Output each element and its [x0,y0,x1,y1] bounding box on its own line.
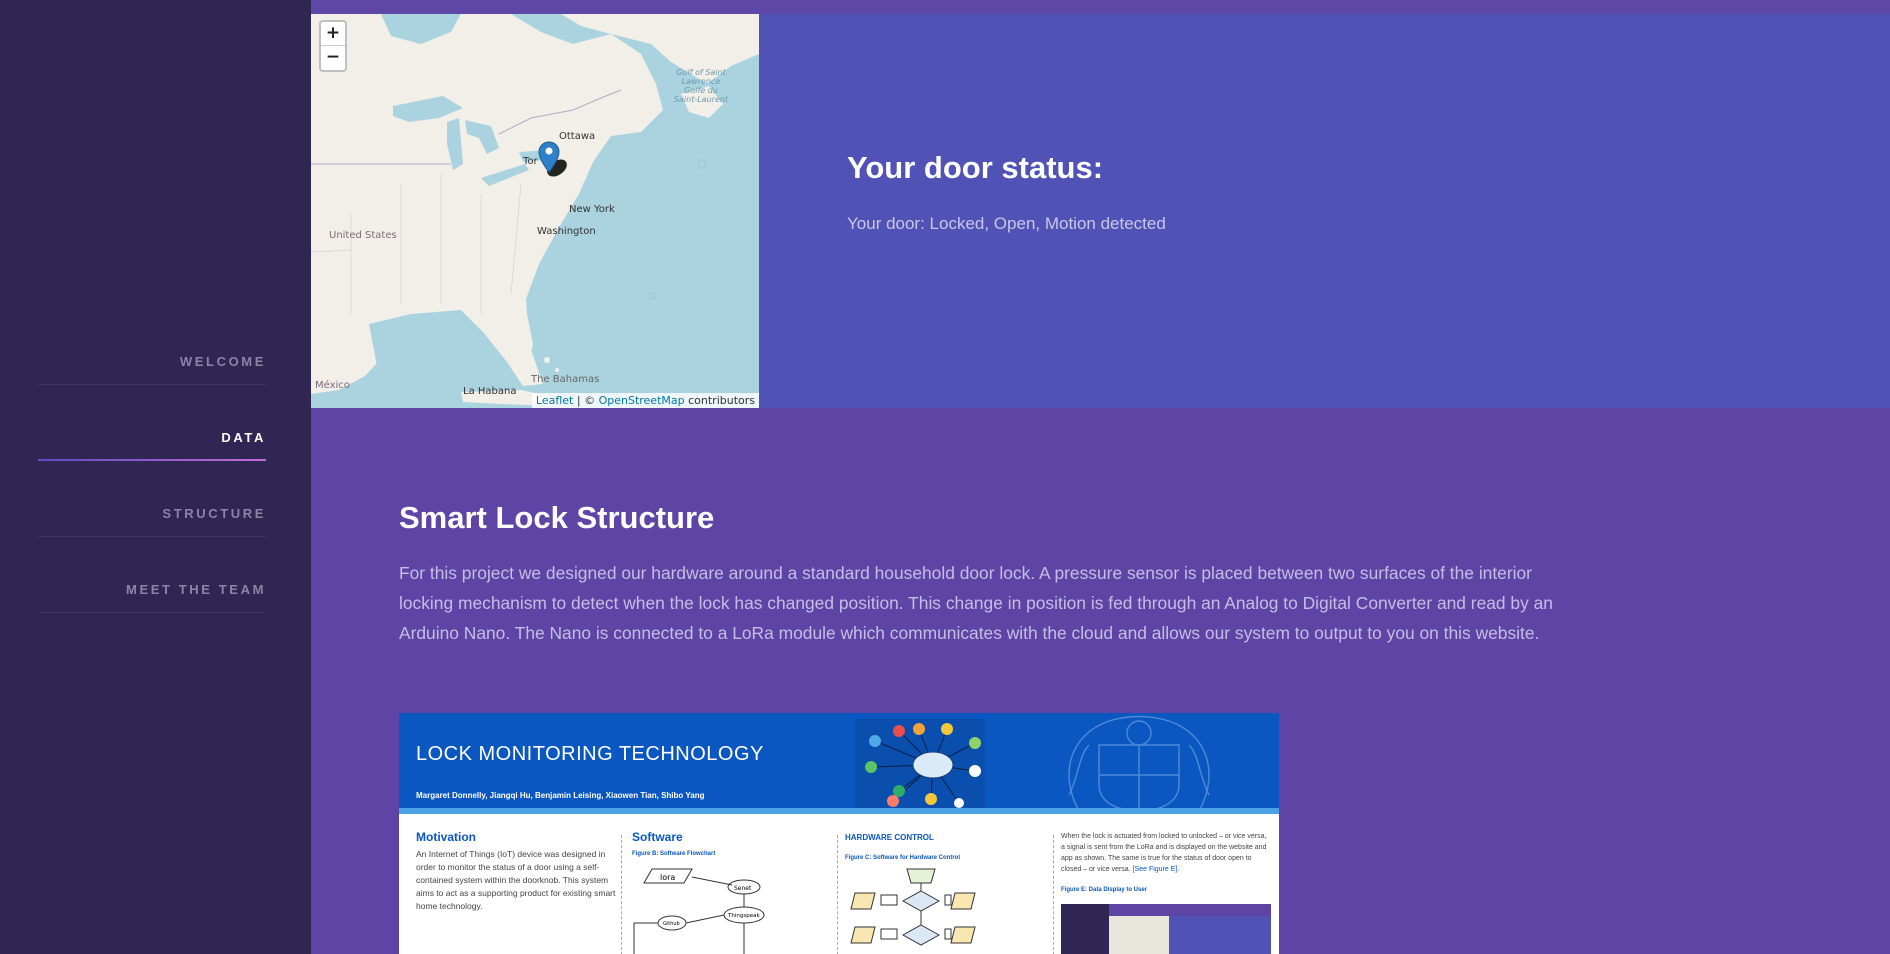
top-band [311,0,1890,14]
poster-display-fig-label: Figure E: Data Display to User [1061,887,1148,893]
poster-divider [621,835,623,954]
door-status-panel: Your door status: Your door: Locked, Ope… [759,14,1890,408]
poster-divider [837,835,839,954]
door-status-title: Your door status: [847,150,1104,185]
flow-github: Github [663,921,680,927]
map-label-washington: Washington [537,226,596,237]
structure-title: Smart Lock Structure [399,500,715,535]
nav-item-welcome[interactable]: WELCOME [38,353,266,385]
map[interactable]: + − Ottawa Tor New York Washington Unite… [311,14,759,408]
attribution-separator: | © [573,394,599,407]
poster-screenshot-map [1109,916,1169,954]
flow-lora: lora [660,873,675,882]
map-label-bahamas: The Bahamas [531,374,600,385]
software-flowchart: lora Senet Thingspeak Github [633,868,765,954]
poster-image: LOCK MONITORING TECHNOLOGY Margaret Donn… [399,713,1279,954]
map-label-new-york: New York [569,204,615,215]
university-crest-icon [1068,715,1210,811]
poster-software-heading: Software [632,830,683,844]
poster-col-software: Software Figure B: Software Flowchart lo… [632,831,832,954]
poster-col-status: When the lock is actuated from locked to… [1061,831,1271,954]
map-label-toronto: Tor [523,156,538,167]
poster-website-screenshot [1061,904,1271,954]
nav-item-structure[interactable]: STRUCTURE [38,505,266,537]
poster-motivation-text: An Internet of Things (IoT) device was d… [416,849,616,911]
poster-divider [1053,835,1055,954]
map-label-mexico: México [315,380,350,391]
map-marker-icon[interactable] [537,140,577,180]
poster-header: LOCK MONITORING TECHNOLOGY Margaret Donn… [399,713,1279,814]
flow-senet: Senet [734,885,752,892]
poster-col-motivation: Motivation An Internet of Things (IoT) d… [416,831,616,913]
iot-cloud-icon [855,719,985,811]
map-label-gulf: Gulf of Saint Lawrence Golfe du Saint-La… [673,68,729,104]
map-label-la-habana: La Habana [463,386,517,397]
flow-thingspeak: Thingspeak [727,913,760,919]
door-status-text: Your door: Locked, Open, Motion detected [847,214,1166,233]
poster-software-fig-label: Figure B: Software Flowchart [632,851,716,857]
zoom-control: + − [319,20,347,72]
poster-col-hardware: HARDWARE CONTROL Figure C: Software for … [845,831,1045,954]
map-attribution: Leaflet | © OpenStreetMap contributors [531,393,759,408]
poster-screenshot-sidebar [1061,904,1109,954]
leaflet-link[interactable]: Leaflet [536,394,573,407]
poster-motivation-heading: Motivation [416,830,476,844]
openstreetmap-link[interactable]: OpenStreetMap [599,394,685,407]
map-label-united-states: United States [329,230,397,241]
nav-item-data[interactable]: DATA [38,429,266,461]
poster-header-stripe [399,808,1279,814]
poster-hardware-fig-label: Figure C: Software for Hardware Control [845,855,961,861]
hardware-flowchart [850,868,976,946]
zoom-in-button[interactable]: + [321,22,345,46]
poster-hardware-heading: HARDWARE CONTROL [845,833,934,842]
attribution-suffix: contributors [684,394,755,407]
poster-screenshot-panel [1169,916,1271,954]
structure-description: For this project we designed our hardwar… [399,563,1553,643]
sidebar: WELCOME DATA STRUCTURE MEET THE TEAM [0,0,311,954]
zoom-out-button[interactable]: − [321,46,345,70]
poster-authors: Margaret Donnelly, Jiangqi Hu, Benjamin … [416,791,705,800]
poster-title: LOCK MONITORING TECHNOLOGY [416,743,764,765]
poster-status-link: [See Figure E]. [1132,866,1180,873]
nav-item-meet-the-team[interactable]: MEET THE TEAM [38,581,266,613]
